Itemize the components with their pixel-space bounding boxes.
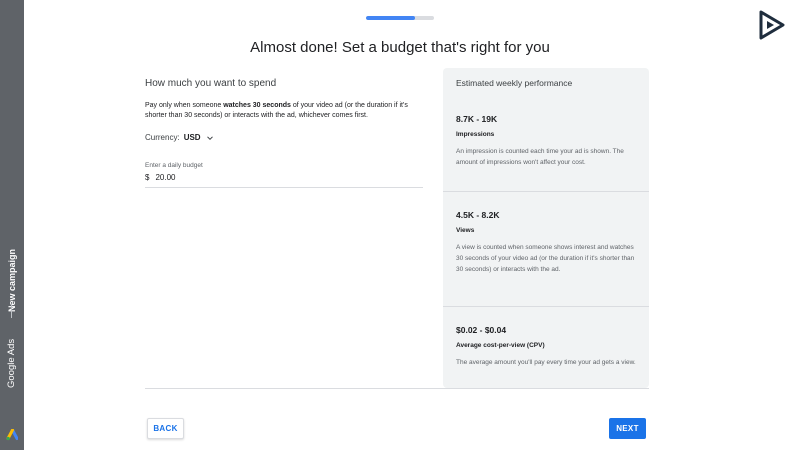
daily-budget-value[interactable]: 20.00 <box>155 173 175 182</box>
metric-name: Average cost-per-view (CPV) <box>456 342 545 349</box>
sidebar-brand-label: Google Ads <box>6 338 17 388</box>
weekly-performance-panel: Estimated weekly performance 8.7K - 19K … <box>443 68 649 388</box>
spend-heading: How much you want to spend <box>145 78 277 89</box>
progress-bar <box>366 16 434 20</box>
google-ads-logo-icon <box>6 429 18 441</box>
currency-label: Currency: <box>145 133 180 142</box>
metric-impressions: 8.7K - 19K Impressions An impression is … <box>443 114 649 191</box>
metric-range: $0.02 - $0.04 <box>456 325 507 335</box>
currency-select[interactable]: Currency: USD <box>145 133 423 142</box>
spend-section: How much you want to spend Pay only when… <box>145 78 423 188</box>
daily-budget-input[interactable]: $ 20.00 <box>145 173 423 182</box>
left-sidebar: New campaign Google Ads <box>0 0 24 450</box>
sidebar-campaign-label: New campaign <box>7 248 17 312</box>
metric-range: 8.7K - 19K <box>456 114 498 124</box>
spend-description: Pay only when someone watches 30 seconds… <box>145 101 423 121</box>
metric-description: An impression is counted each time your … <box>456 148 624 166</box>
metric-views: 4.5K - 8.2K Views A view is counted when… <box>443 191 649 306</box>
metric-cpv: $0.02 - $0.04 Average cost-per-view (CPV… <box>443 306 649 388</box>
play-logo-icon <box>759 10 785 40</box>
sidebar-divider <box>11 304 12 318</box>
spend-desc-start: Pay only when someone <box>145 102 224 109</box>
currency-value: USD <box>183 133 201 142</box>
performance-heading: Estimated weekly performance <box>456 78 573 88</box>
currency-symbol: $ <box>145 173 150 182</box>
metric-description: A view is counted when someone shows int… <box>456 244 635 273</box>
page-title: Almost done! Set a budget that's right f… <box>250 39 550 56</box>
daily-budget-label: Enter a daily budget <box>145 162 203 169</box>
metric-name: Impressions <box>456 131 495 138</box>
chevron-down-icon <box>206 135 213 140</box>
footer-divider <box>145 388 649 389</box>
next-button[interactable]: NEXT <box>609 418 646 439</box>
spend-desc-bold: watches 30 seconds <box>223 102 291 109</box>
metric-name: Views <box>456 227 475 234</box>
daily-budget-field[interactable]: Enter a daily budget $ 20.00 <box>145 162 423 188</box>
back-button[interactable]: BACK <box>147 418 184 439</box>
metric-range: 4.5K - 8.2K <box>456 210 500 220</box>
progress-fill <box>366 16 415 20</box>
metric-description: The average amount you'll pay every time… <box>456 359 636 366</box>
sidebar-vertical-labels: New campaign Google Ads <box>3 242 21 402</box>
